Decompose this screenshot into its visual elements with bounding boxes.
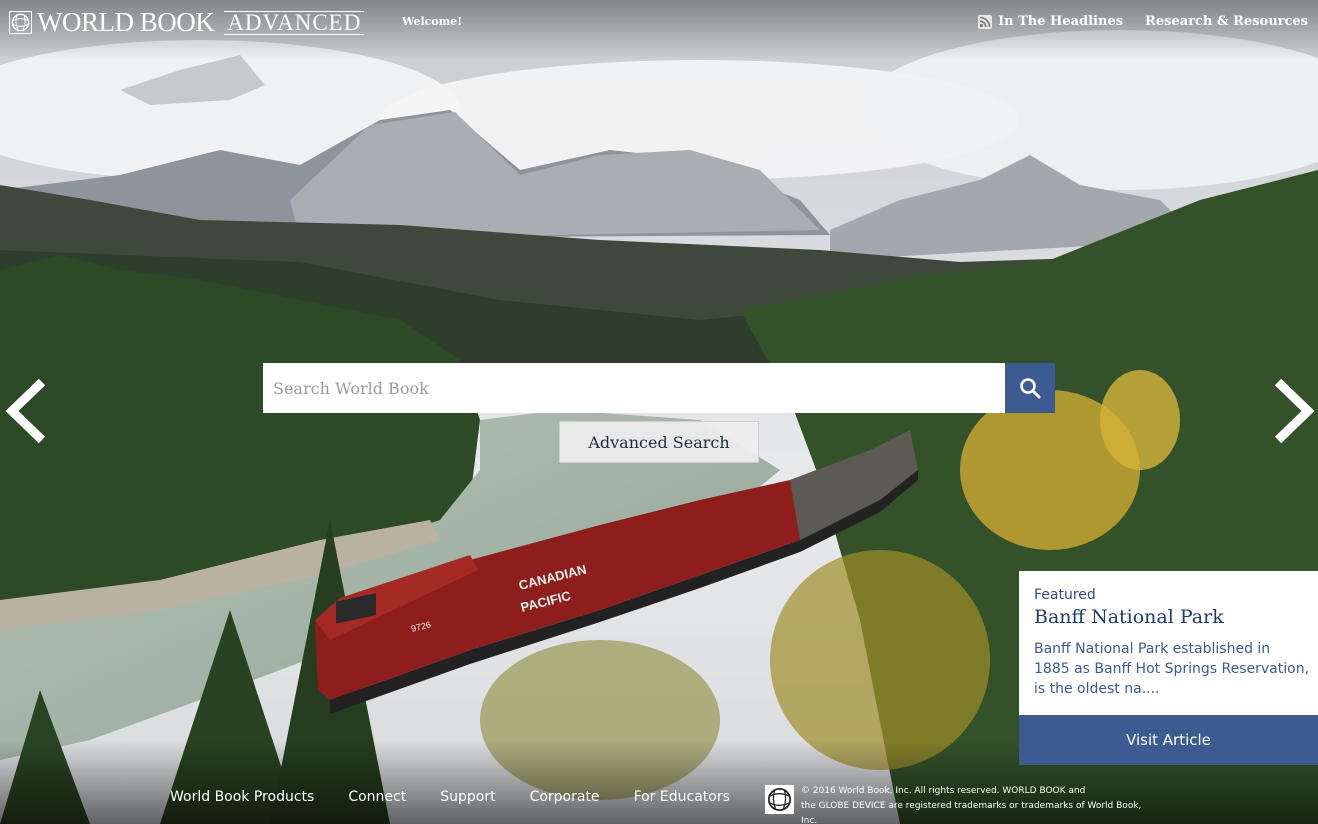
nav-label: In The Headlines bbox=[998, 14, 1124, 29]
footer-link-world-book-products[interactable]: World Book Products bbox=[170, 789, 314, 805]
welcome-text: Welcome! bbox=[402, 15, 463, 28]
nav-in-the-headlines[interactable]: In The Headlines bbox=[978, 14, 1123, 29]
chevron-right-icon[interactable] bbox=[1272, 378, 1316, 444]
featured-card: Featured Banff National Park Banff Natio… bbox=[1019, 571, 1318, 765]
copyright-block: © 2016 World Book, Inc. All rights reser… bbox=[764, 784, 1151, 824]
copyright-text: © 2016 World Book, Inc. All rights reser… bbox=[801, 784, 1151, 824]
footer-link-support[interactable]: Support bbox=[440, 789, 495, 805]
footer-link-corporate[interactable]: Corporate bbox=[530, 789, 600, 805]
search-icon bbox=[1020, 378, 1041, 399]
top-header: WORLD BOOK ADVANCED Welcome! In The Head… bbox=[0, 0, 1318, 48]
featured-description: Banff National Park established in 1885 … bbox=[1034, 641, 1310, 697]
footer-nav: World Book Products Connect Support Corp… bbox=[170, 789, 730, 805]
world-book-logo[interactable]: WORLD BOOK ADVANCED bbox=[9, 7, 365, 37]
brand-edition: ADVANCED bbox=[224, 10, 365, 35]
visit-article-button[interactable]: Visit Article bbox=[1019, 715, 1318, 765]
footer-link-for-educators[interactable]: For Educators bbox=[634, 789, 730, 805]
brand-name: WORLD BOOK bbox=[37, 7, 215, 37]
chevron-left-icon[interactable] bbox=[4, 378, 48, 444]
globe-device-icon bbox=[764, 784, 795, 815]
featured-title[interactable]: Banff National Park bbox=[1034, 606, 1224, 628]
search-button[interactable] bbox=[1005, 363, 1055, 413]
search-bar bbox=[263, 363, 1055, 413]
nav-research-resources[interactable]: Research & Resources bbox=[1145, 14, 1308, 29]
search-input[interactable] bbox=[263, 363, 1005, 413]
rss-icon bbox=[978, 14, 993, 29]
nav-label: Research & Resources bbox=[1145, 14, 1308, 29]
copyright-line-1: © 2016 World Book, Inc. All rights reser… bbox=[801, 786, 1086, 796]
featured-label: Featured bbox=[1034, 587, 1096, 603]
copyright-line-2: the GLOBE DEVICE are registered trademar… bbox=[801, 801, 1142, 824]
advanced-search-button[interactable]: Advanced Search bbox=[559, 421, 759, 463]
top-nav: In The Headlines Research & Resources bbox=[978, 14, 1308, 29]
globe-logo-icon bbox=[9, 11, 32, 34]
footer-link-connect[interactable]: Connect bbox=[348, 789, 406, 805]
